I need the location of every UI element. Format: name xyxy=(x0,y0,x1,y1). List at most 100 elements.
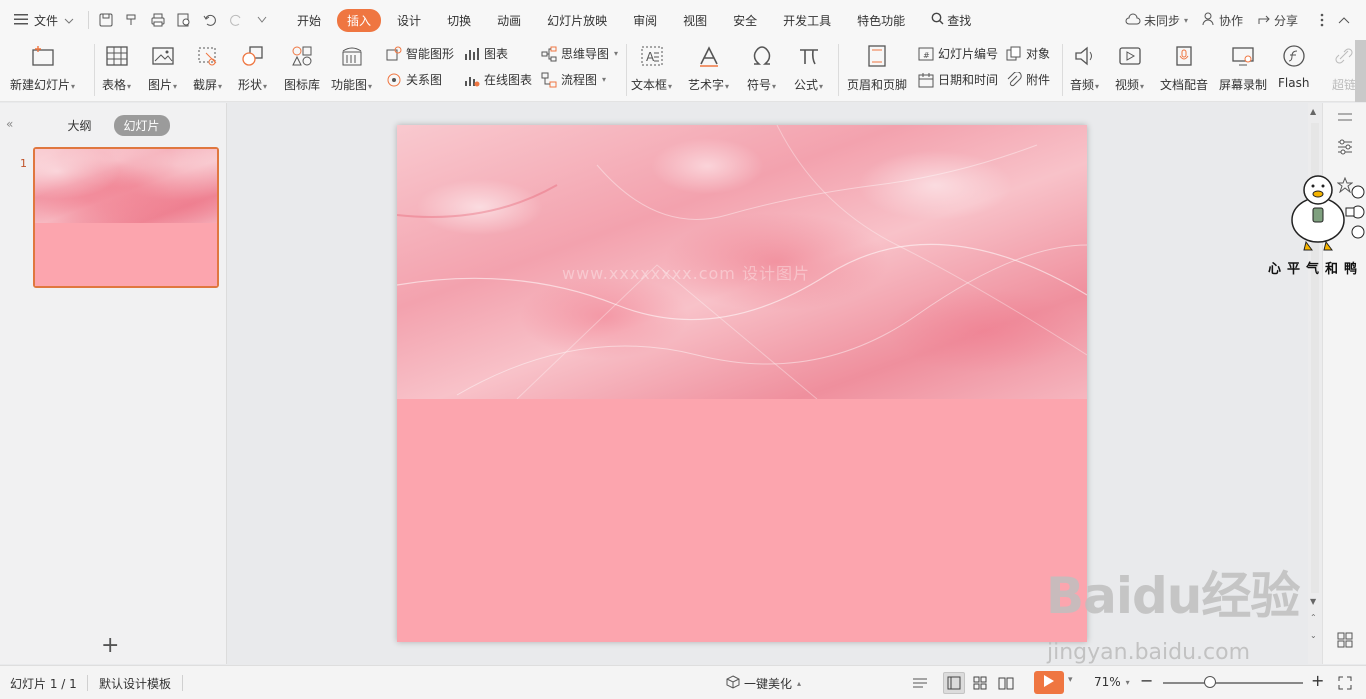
reading-view-icon[interactable] xyxy=(995,672,1017,694)
video-button[interactable]: 视频▾ xyxy=(1115,42,1144,93)
fit-window-icon[interactable] xyxy=(1334,672,1356,694)
flowchart-button[interactable]: 流程图 ▾ xyxy=(541,71,606,88)
play-options-caret[interactable]: ▾ xyxy=(1068,675,1073,685)
play-slideshow-button[interactable] xyxy=(1034,671,1064,694)
prev-slide-icon[interactable]: ⌃ xyxy=(1310,613,1317,622)
tab-features[interactable]: 特色功能 xyxy=(847,9,915,32)
settings-sliders-icon[interactable] xyxy=(1335,137,1355,157)
zoom-out-button[interactable]: − xyxy=(1140,671,1153,690)
ribbon-scroll-edge[interactable] xyxy=(1355,40,1366,102)
tab-animation[interactable]: 动画 xyxy=(487,9,531,32)
table-button[interactable]: 表格▾ xyxy=(102,42,131,93)
search-button[interactable]: 查找 xyxy=(921,9,981,32)
attachment-button[interactable]: 附件 xyxy=(1006,71,1050,88)
slide[interactable]: www.xxxxxxxx.com 设计图片 xyxy=(397,125,1087,642)
mindmap-button[interactable]: 思维导图 ▾ xyxy=(541,45,618,62)
online-chart-button[interactable]: 在线图表 xyxy=(464,71,532,88)
shape-button[interactable]: 形状▾ xyxy=(238,42,267,93)
collapse-ribbon-icon[interactable] xyxy=(1338,16,1350,24)
template-name[interactable]: 默认设计模板 xyxy=(99,675,171,692)
wordart-button[interactable]: 艺术字▾ xyxy=(688,42,729,93)
format-painter-icon[interactable] xyxy=(121,9,143,31)
screenshot-button[interactable]: 截屏▾ xyxy=(193,42,222,93)
sync-button[interactable]: 未同步 ▾ xyxy=(1125,12,1188,29)
tab-insert[interactable]: 插入 xyxy=(337,8,382,32)
divider xyxy=(87,675,88,691)
zoom-slider-handle[interactable] xyxy=(1204,676,1216,688)
picture-label: 图片 xyxy=(148,78,173,92)
tab-design[interactable]: 设计 xyxy=(387,9,431,32)
divider xyxy=(88,11,90,29)
object-icon xyxy=(1006,46,1022,62)
formula-button[interactable]: 公式▾ xyxy=(794,42,823,93)
smart-shape-label: 智能图形 xyxy=(406,47,455,61)
sidebar-menu-icon[interactable] xyxy=(1335,107,1355,127)
print-icon[interactable] xyxy=(147,9,169,31)
new-slide-button[interactable]: 新建幻灯片▾ xyxy=(10,42,75,93)
tab-security[interactable]: 安全 xyxy=(723,9,767,32)
tab-home[interactable]: 开始 xyxy=(287,9,331,32)
tab-slides[interactable]: 幻灯片 xyxy=(113,115,170,136)
relation-chart-label: 关系图 xyxy=(406,73,443,87)
symbol-button[interactable]: 符号▾ xyxy=(747,42,776,93)
tab-outline[interactable]: 大纲 xyxy=(57,115,101,136)
redo-icon[interactable] xyxy=(225,9,247,31)
more-menu-icon[interactable] xyxy=(1320,13,1324,27)
new-slide-label: 新建幻灯片 xyxy=(10,78,71,92)
tab-developer[interactable]: 开发工具 xyxy=(773,9,841,32)
undo-icon[interactable] xyxy=(199,9,221,31)
function-chart-button[interactable]: 功能图▾ xyxy=(331,42,372,93)
zoom-in-button[interactable]: + xyxy=(1311,671,1324,690)
tab-view[interactable]: 视图 xyxy=(673,9,717,32)
tab-slideshow[interactable]: 幻灯片放映 xyxy=(537,9,617,32)
calendar-icon xyxy=(918,72,934,88)
print-preview-icon[interactable] xyxy=(173,9,195,31)
slide-thumbnail[interactable] xyxy=(33,147,219,288)
marble-background-image[interactable]: www.xxxxxxxx.com 设计图片 xyxy=(397,125,1087,399)
microphone-icon xyxy=(1170,42,1198,70)
share-label: 分享 xyxy=(1273,13,1298,28)
normal-view-icon[interactable] xyxy=(943,672,965,694)
picture-button[interactable]: 图片▾ xyxy=(148,42,177,93)
voiceover-button[interactable]: 文档配音 xyxy=(1160,42,1208,93)
slide-sorter-icon[interactable] xyxy=(969,672,991,694)
add-slide-button[interactable]: + xyxy=(101,633,119,658)
collab-button[interactable]: 协作 xyxy=(1202,12,1243,29)
object-button[interactable]: 对象 xyxy=(1006,45,1050,62)
smart-shape-button[interactable]: 智能图形 xyxy=(386,45,454,62)
datetime-button[interactable]: 日期和时间 xyxy=(918,71,998,88)
panel-tabs: 大纲 幻灯片 xyxy=(0,115,227,136)
speaker-icon xyxy=(1071,42,1099,70)
tab-transition[interactable]: 切换 xyxy=(437,9,481,32)
relation-chart-button[interactable]: 关系图 xyxy=(386,71,442,88)
scroll-up-icon[interactable]: ▲ xyxy=(1310,107,1316,116)
zoom-slider[interactable] xyxy=(1163,682,1303,684)
header-footer-button[interactable]: 页眉和页脚 xyxy=(847,42,907,93)
file-menu-label: 文件 xyxy=(34,13,59,28)
audio-button[interactable]: 音频▾ xyxy=(1070,42,1099,93)
share-icon xyxy=(1257,12,1271,29)
divider xyxy=(1062,44,1063,96)
table-label: 表格 xyxy=(102,78,127,92)
hyperlink-button[interactable]: 超链 xyxy=(1330,42,1358,93)
customize-dropdown-icon[interactable] xyxy=(251,9,273,31)
scroll-down-icon[interactable]: ▼ xyxy=(1310,597,1316,606)
grid-view-icon[interactable] xyxy=(1335,630,1355,650)
zoom-level[interactable]: 71% ▾ xyxy=(1094,675,1130,689)
next-slide-icon[interactable]: ⌄ xyxy=(1310,631,1317,640)
share-button[interactable]: 分享 xyxy=(1257,12,1298,29)
slide-number-button[interactable]: # 幻灯片编号 xyxy=(918,45,998,62)
hamburger-icon xyxy=(14,13,28,28)
textbox-button[interactable]: A 文本框▾ xyxy=(631,42,672,93)
beautify-button[interactable]: 一键美化 ▴ xyxy=(726,675,801,692)
file-menu[interactable]: 文件 xyxy=(0,0,82,40)
user-icon xyxy=(1202,12,1216,29)
icon-library-button[interactable]: 图标库 xyxy=(284,42,320,93)
chart-button[interactable]: 图表 xyxy=(464,45,508,62)
save-icon[interactable] xyxy=(95,9,117,31)
notes-toggle-icon[interactable] xyxy=(910,672,932,694)
flash-button[interactable]: Flash xyxy=(1278,42,1309,90)
tab-review[interactable]: 审阅 xyxy=(623,9,667,32)
baidu-watermark: Baidu经验 xyxy=(1046,556,1300,628)
screen-record-button[interactable]: 屏幕录制 xyxy=(1219,42,1267,93)
